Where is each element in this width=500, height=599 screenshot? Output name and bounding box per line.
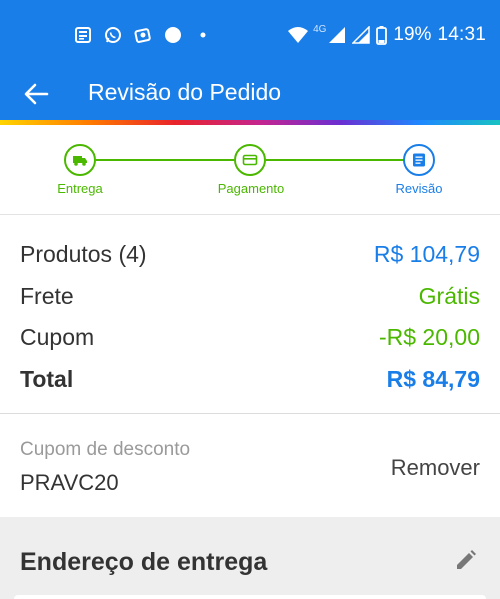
summary-label: Produtos (4) (20, 240, 147, 267)
battery-icon (376, 25, 388, 45)
step-revisao[interactable] (403, 144, 435, 176)
step-label-revisao: Revisão (395, 181, 443, 196)
app-bar: Revisão do Pedido (0, 70, 500, 120)
signal-icon (329, 27, 346, 43)
summary-row-total: Total R$ 84,79 (20, 359, 480, 399)
summary-value: -R$ 20,00 (378, 323, 480, 350)
summary-value: R$ 84,79 (386, 365, 480, 392)
summary-value: R$ 104,79 (373, 240, 480, 267)
coupon-label: Cupom de desconto (20, 439, 191, 460)
status-bar: 4G 19% 14:31 (0, 0, 500, 70)
signal-icon-2 (352, 26, 371, 44)
address-card[interactable] (14, 595, 486, 599)
summary-label: Frete (20, 282, 74, 309)
small-dot-icon (200, 32, 206, 38)
system-status: 4G 19% 14:31 (287, 24, 486, 46)
card-icon (242, 154, 258, 166)
list-icon (413, 153, 425, 167)
battery-level: 19% (393, 24, 432, 45)
summary-value: Grátis (418, 282, 480, 309)
summary-row-produtos: Produtos (4) R$ 104,79 (20, 234, 480, 274)
step-entrega[interactable] (64, 144, 96, 176)
address-heading: Endereço de entrega (20, 548, 268, 576)
app-icon (134, 28, 151, 43)
step-label-entrega: Entrega (57, 181, 103, 196)
arrow-left-icon[interactable] (22, 80, 50, 108)
summary-label: Total (20, 365, 74, 392)
notification-icons (74, 26, 212, 44)
news-icon (75, 27, 91, 43)
network-type: 4G (313, 23, 327, 35)
order-summary: Produtos (4) R$ 104,79 Frete Grátis Cupo… (0, 216, 500, 414)
wifi-icon (288, 27, 309, 43)
address-section: Endereço de entrega (0, 517, 500, 599)
dot-icon (165, 27, 181, 43)
step-connector (96, 159, 234, 161)
pencil-icon[interactable] (454, 548, 478, 572)
checkout-stepper: Entrega Pagamento Revisão (0, 125, 500, 215)
step-label-pagamento: Pagamento (217, 181, 285, 196)
summary-row-cupom: Cupom -R$ 20,00 (20, 317, 480, 357)
page-title: Revisão do Pedido (88, 79, 282, 105)
remove-coupon-button[interactable]: Remover (391, 455, 480, 481)
summary-label: Cupom (20, 323, 95, 350)
step-connector (266, 159, 404, 161)
clock: 14:31 (437, 24, 486, 45)
summary-row-frete: Frete Grátis (20, 276, 480, 316)
truck-icon (73, 156, 87, 166)
coupon-section: Cupom de desconto PRAVC20 Remover (0, 415, 500, 517)
coupon-code: PRAVC20 (20, 470, 119, 495)
whatsapp-icon (105, 27, 121, 43)
step-pagamento[interactable] (234, 144, 266, 176)
